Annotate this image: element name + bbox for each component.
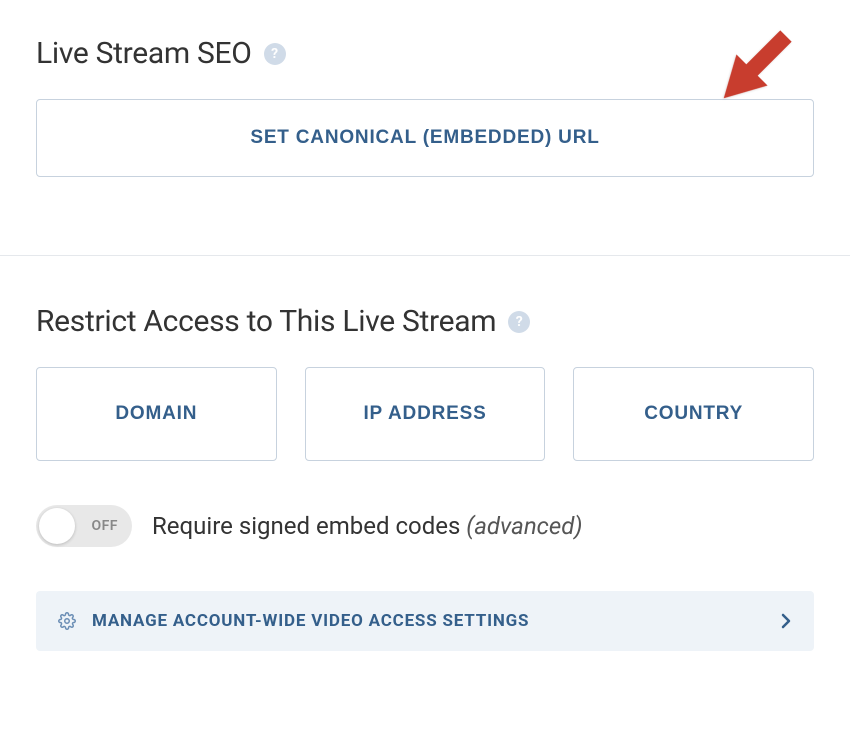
signed-embed-toggle[interactable]: OFF bbox=[36, 505, 132, 547]
signed-embed-text: Require signed embed codes bbox=[152, 512, 466, 540]
restrict-title: Restrict Access to This Live Stream bbox=[36, 304, 496, 339]
manage-account-settings-link[interactable]: MANAGE ACCOUNT-WIDE VIDEO ACCESS SETTING… bbox=[36, 591, 814, 651]
restrict-section: Restrict Access to This Live Stream ? DO… bbox=[0, 256, 850, 687]
chevron-right-icon bbox=[780, 613, 792, 629]
set-canonical-url-button[interactable]: SET CANONICAL (EMBEDDED) URL bbox=[36, 99, 814, 177]
toggle-knob bbox=[39, 508, 75, 544]
signed-embed-toggle-row: OFF Require signed embed codes (advanced… bbox=[36, 505, 814, 547]
restrict-domain-button[interactable]: DOMAIN bbox=[36, 367, 277, 461]
signed-embed-label: Require signed embed codes (advanced) bbox=[152, 512, 582, 540]
help-icon[interactable]: ? bbox=[264, 43, 286, 65]
seo-title: Live Stream SEO bbox=[36, 36, 252, 71]
seo-title-row: Live Stream SEO ? bbox=[36, 36, 814, 71]
help-icon[interactable]: ? bbox=[508, 311, 530, 333]
restrict-country-button[interactable]: COUNTRY bbox=[573, 367, 814, 461]
signed-embed-advanced: (advanced) bbox=[466, 512, 582, 540]
restrict-title-row: Restrict Access to This Live Stream ? bbox=[36, 304, 814, 339]
restrict-buttons-row: DOMAIN IP ADDRESS COUNTRY bbox=[36, 367, 814, 461]
restrict-ip-button[interactable]: IP ADDRESS bbox=[305, 367, 546, 461]
gear-icon bbox=[58, 612, 76, 630]
toggle-state-label: OFF bbox=[91, 518, 118, 534]
seo-section: Live Stream SEO ? SET CANONICAL (EMBEDDE… bbox=[0, 0, 850, 213]
manage-link-text: MANAGE ACCOUNT-WIDE VIDEO ACCESS SETTING… bbox=[92, 611, 780, 631]
